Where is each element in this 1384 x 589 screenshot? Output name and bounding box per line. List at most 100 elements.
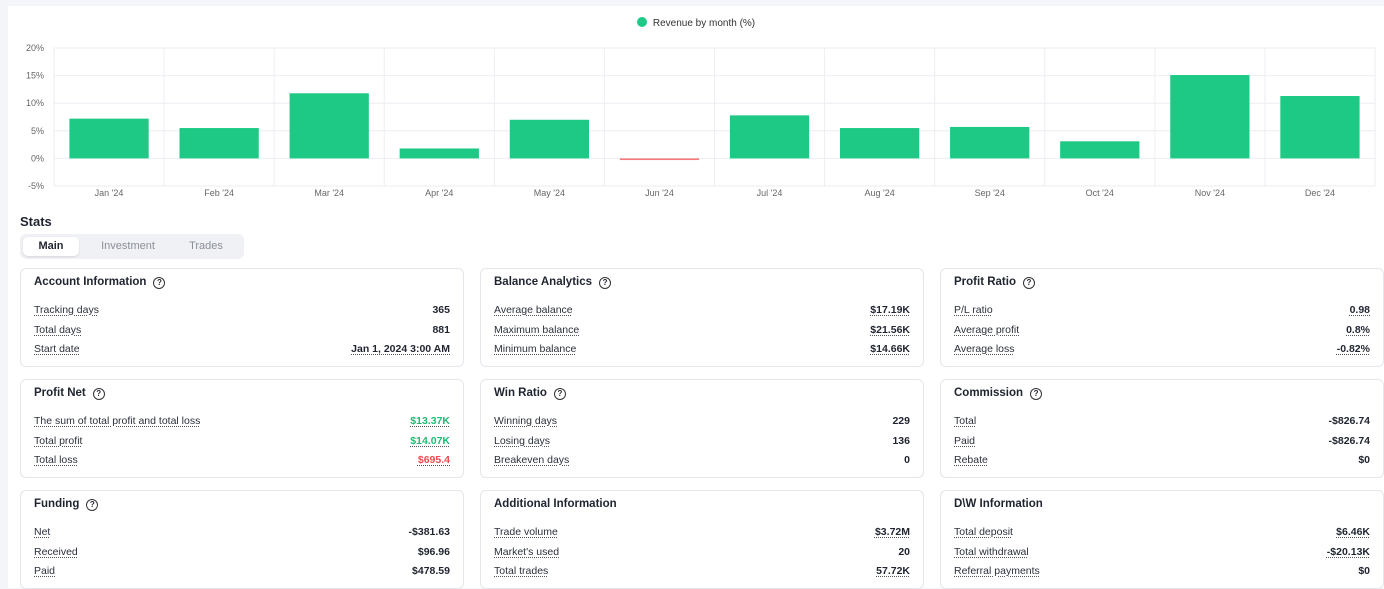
stat-label[interactable]: Rebate xyxy=(954,454,988,466)
stat-row: Market's used 20 xyxy=(494,546,910,561)
bar xyxy=(1060,141,1140,159)
stat-row: Minimum balance $14.66K xyxy=(494,343,910,358)
y-tick-label: 15% xyxy=(26,71,44,81)
info-icon[interactable]: ? xyxy=(1022,277,1035,289)
stat-label[interactable]: Winning days xyxy=(494,415,557,427)
x-tick-label: Jun '24 xyxy=(645,188,674,198)
card-title-text: Account Information xyxy=(34,276,147,288)
y-tick-label: 20% xyxy=(26,43,44,53)
stat-row: Referral payments $0 xyxy=(954,565,1370,580)
stat-value: $478.59 xyxy=(412,565,450,577)
x-tick-label: Apr '24 xyxy=(425,188,453,198)
stat-label[interactable]: Tracking days xyxy=(34,304,99,316)
stat-label[interactable]: Total loss xyxy=(34,454,78,466)
card-profit-net: Profit Net? The sum of total profit and t… xyxy=(20,379,464,478)
x-tick-label: Feb '24 xyxy=(204,188,234,198)
stat-label[interactable]: Losing days xyxy=(494,435,550,447)
stat-value: $14.66K xyxy=(870,343,910,355)
card-commission: Commission? Total -$826.74 Paid -$826.74 Reba… xyxy=(940,379,1384,478)
tab-main[interactable]: Main xyxy=(23,237,79,256)
stat-value: -$826.74 xyxy=(1328,415,1370,427)
stat-value: $21.56K xyxy=(870,323,910,336)
card-account-information: Account Information? Tracking days 365 Tota… xyxy=(20,268,464,367)
card-title: Commission? xyxy=(954,387,1043,400)
x-tick-label: Aug '24 xyxy=(865,188,895,198)
stat-row: Total trades 57.72K xyxy=(494,565,910,580)
card-title-text: Profit Net xyxy=(34,387,86,399)
stat-value: 0.98 xyxy=(1349,304,1370,316)
info-icon[interactable]: ? xyxy=(153,277,166,289)
stat-label[interactable]: P/L ratio xyxy=(954,304,993,316)
x-tick-label: Nov '24 xyxy=(1195,188,1225,198)
x-tick-label: Jan '24 xyxy=(95,188,124,198)
stat-label[interactable]: Maximum balance xyxy=(494,324,579,336)
stat-label[interactable]: Breakeven days xyxy=(494,454,569,466)
info-icon[interactable]: ? xyxy=(553,388,566,400)
revenue-chart: Revenue by month (%) 20% 15% 10% 5% 0% -5% Jan… xyxy=(8,6,1384,206)
stat-label[interactable]: Net xyxy=(34,526,50,538)
card-profit-ratio: Profit Ratio? P/L ratio 0.98 Average profit… xyxy=(940,268,1384,367)
card-title-text: Balance Analytics xyxy=(494,276,593,288)
stat-label[interactable]: The sum of total profit and total loss xyxy=(34,415,200,427)
card-title-text: Profit Ratio xyxy=(954,276,1016,288)
card-title: Win Ratio? xyxy=(494,387,566,400)
card-title: Funding? xyxy=(34,498,99,511)
info-icon[interactable]: ? xyxy=(599,277,612,289)
stat-row: Paid $478.59 xyxy=(34,565,450,580)
stat-label[interactable]: Referral payments xyxy=(954,565,1040,577)
card-title-text: D\W Information xyxy=(954,498,1043,510)
stat-value: 229 xyxy=(892,415,910,427)
stat-label[interactable]: Trade volume xyxy=(494,526,558,538)
stat-value: 57.72K xyxy=(876,565,910,577)
stat-label[interactable]: Total days xyxy=(34,324,81,336)
stat-row: Start date Jan 1, 2024 3:00 AM xyxy=(34,343,450,358)
stat-row: Net -$381.63 xyxy=(34,526,450,541)
card-title: Additional Information xyxy=(494,498,617,510)
card-title: D\W Information xyxy=(954,498,1043,510)
stat-label[interactable]: Total profit xyxy=(34,435,82,447)
chart-svg: 20% 15% 10% 5% 0% -5% Jan '24 Feb '24 Mar '24 Apr… xyxy=(26,43,1376,198)
card-title: Profit Net? xyxy=(34,387,105,400)
stat-label[interactable]: Market's used xyxy=(494,546,559,558)
stat-label[interactable]: Paid xyxy=(954,435,975,447)
stat-value: -0.82% xyxy=(1336,343,1370,355)
stat-value: $14.07K xyxy=(410,434,450,447)
stat-label[interactable]: Average balance xyxy=(494,304,573,316)
stat-label[interactable]: Total deposit xyxy=(954,526,1013,538)
stat-value: $17.19K xyxy=(870,304,910,316)
stat-label[interactable]: Average profit xyxy=(954,324,1019,336)
stat-row: Maximum balance $21.56K xyxy=(494,324,910,339)
stat-row: Total withdrawal -$20.13K xyxy=(954,546,1370,561)
card-additional-information: Additional Information Trade volume $3.72M… xyxy=(480,490,924,589)
stat-row: P/L ratio 0.98 xyxy=(954,304,1370,319)
stat-label[interactable]: Paid xyxy=(34,565,55,577)
info-icon[interactable]: ? xyxy=(1030,388,1043,400)
info-icon[interactable]: ? xyxy=(86,499,99,511)
stat-value: 136 xyxy=(892,434,910,447)
info-icon[interactable]: ? xyxy=(92,388,105,400)
tab-trades[interactable]: Trades xyxy=(178,237,234,256)
stat-label[interactable]: Start date xyxy=(34,343,80,355)
stat-label[interactable]: Average loss xyxy=(954,343,1015,355)
stat-label[interactable]: Minimum balance xyxy=(494,343,576,355)
stat-value: $0 xyxy=(1358,454,1370,466)
tab-investment[interactable]: Investment xyxy=(90,237,166,256)
card-title: Profit Ratio? xyxy=(954,276,1035,289)
card-title: Account Information? xyxy=(34,276,166,289)
stat-value: 881 xyxy=(432,323,450,336)
stats-tabs: Main Investment Trades xyxy=(20,234,244,259)
stat-row: Losing days 136 xyxy=(494,435,910,450)
stat-label[interactable]: Total withdrawal xyxy=(954,546,1029,558)
bar xyxy=(399,148,479,159)
stat-row: The sum of total profit and total loss $1… xyxy=(34,415,450,430)
stat-value: 0.8% xyxy=(1346,323,1370,336)
stats-title: Stats xyxy=(20,214,52,229)
stat-row: Paid -$826.74 xyxy=(954,435,1370,450)
stat-label[interactable]: Received xyxy=(34,546,78,558)
stat-label[interactable]: Total xyxy=(954,415,976,427)
stat-value: $13.37K xyxy=(410,415,450,427)
stat-value: $695.4 xyxy=(417,454,450,466)
stat-label[interactable]: Total trades xyxy=(494,565,548,577)
bar xyxy=(839,128,920,159)
stat-value: 20 xyxy=(898,545,910,558)
